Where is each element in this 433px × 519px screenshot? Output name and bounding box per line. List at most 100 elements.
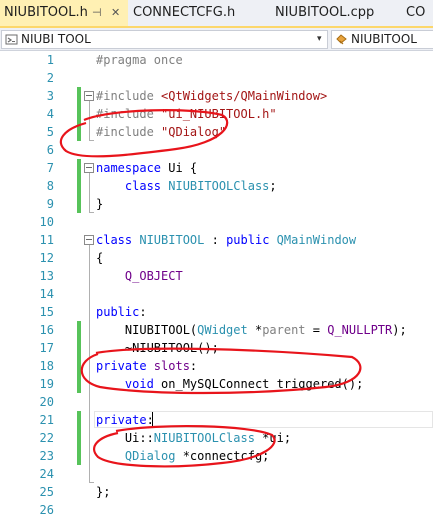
code-line[interactable]: #include <QtWidgets/QMainWindow> [96,87,327,105]
tab-label: CO [406,5,426,20]
scope-label: NIUBI TOOL [21,32,91,46]
code-token: QMainWindow [276,233,357,247]
code-token: }; [96,485,111,499]
line-number: 23 [39,449,54,463]
line-number: 17 [39,341,54,355]
code-line[interactable]: class NIUBITOOLClass; [96,177,277,195]
fold-guide [89,140,94,141]
code-line[interactable]: } [96,195,103,213]
code-token: ~NIUBITOOL(); [96,341,219,355]
code-line[interactable]: namespace Ui { [96,159,197,177]
code-token: class [96,233,140,247]
code-token: void [124,377,154,391]
chevron-down-icon: ▾ [317,34,322,44]
code-token: #include [96,125,162,139]
fold-guide [89,173,90,213]
code-line[interactable]: }; [96,483,110,501]
code-line[interactable]: public: [96,303,147,321]
change-marker [77,159,81,213]
code-line[interactable]: QDialog *connectcfg; [96,447,270,465]
code-token: private [96,359,154,373]
line-number: 22 [39,431,54,445]
line-number: 13 [39,269,54,283]
member-dropdown[interactable]: NIUBITOOL [331,30,433,49]
code-line[interactable]: NIUBITOOL(QWidget *parent = Q_NULLPTR); [96,321,407,339]
code-token: on_MySQLConnect_triggered(); [153,377,364,391]
code-token: "QDialog" [161,125,227,139]
document-tab-strip: NIUBITOOL.h ⊣ ✕ CONNECTCFG.h NIUBITOOL.c… [0,0,433,28]
fold-guide [89,101,90,141]
code-token: public [96,305,140,319]
change-marker [77,411,81,465]
code-token: #include [96,89,162,103]
code-token: slots [153,359,190,373]
code-token: *ui; [254,431,292,445]
code-line[interactable]: #include "QDialog" [96,123,226,141]
code-token: Ui:: [96,431,154,445]
code-token: NIUBITOOL( [96,323,198,337]
line-number: 1 [46,53,54,67]
line-number: 3 [46,89,54,103]
code-token: public [226,233,277,247]
line-number: 18 [39,359,54,373]
code-token: namespace [96,161,169,175]
code-token: Ui { [168,161,198,175]
code-line[interactable]: #include "ui_NIUBITOOL.h" [96,105,277,123]
code-line[interactable]: private slots: [96,357,197,375]
tab-label: NIUBITOOL.h [4,5,88,20]
code-token: ; [269,179,277,193]
line-number: 10 [39,215,54,229]
code-token: QDialog [124,449,176,463]
current-line-highlight [94,411,433,428]
tab-niubitool-h[interactable]: NIUBITOOL.h ⊣ ✕ [0,0,128,26]
code-token: NIUBITOOLClass [168,179,270,193]
code-line[interactable]: ~NIUBITOOL(); [96,339,219,357]
tab-label: NIUBITOOL.cpp [275,5,375,20]
code-token: ); [392,323,407,337]
code-line[interactable]: #pragma once [96,51,183,69]
code-line[interactable]: Q_OBJECT [96,267,183,285]
change-marker [77,87,81,141]
close-icon[interactable]: ✕ [111,0,120,26]
scope-dropdown[interactable]: NIUBI TOOL ▾ [1,30,328,49]
line-number: 25 [39,485,54,499]
code-token: : [139,305,147,319]
code-token: *connectcfg; [175,449,270,463]
line-number: 7 [46,161,54,175]
line-number: 16 [39,323,54,337]
code-line[interactable]: { [96,249,103,267]
line-number: 9 [46,197,54,211]
collapse-icon[interactable] [84,163,94,173]
code-editor[interactable]: 1 #pragma once 2 3 #include <QtWidgets/QMain… [0,51,433,517]
collapse-icon[interactable] [84,91,94,101]
code-token: "ui_NIUBITOOL.h" [161,107,277,121]
line-number: 2 [46,71,54,85]
line-number: 6 [46,143,54,157]
fold-guide [89,212,94,213]
code-token: #pragma once [96,53,183,67]
code-token: QWidget [197,323,248,337]
code-token: class [96,179,169,193]
collapse-icon[interactable] [84,235,94,245]
code-token: #include [96,107,162,121]
pin-icon[interactable]: ⊣ [92,0,102,26]
line-number: 15 [39,305,54,319]
code-line[interactable]: class NIUBITOOL : public QMainWindow [96,231,356,249]
class-member-icon [336,34,347,45]
code-token: <QtWidgets/QMainWindow> [161,89,328,103]
code-token: = [305,323,328,337]
text-caret [152,412,153,427]
code-token: Q_OBJECT [96,269,183,283]
code-line[interactable]: Ui::NIUBITOOLClass *ui; [96,429,291,447]
tab-niubitool-cpp[interactable]: NIUBITOOL.cpp [268,0,400,26]
line-number: 5 [46,125,54,139]
class-scope-icon [5,34,18,45]
code-line[interactable]: void on_MySQLConnect_triggered(); [96,375,363,393]
fold-guide [89,482,94,483]
tab-connectcfg-h[interactable]: CONNECTCFG.h [128,0,268,26]
fold-guide [89,245,90,483]
tab-overflow[interactable]: CO [400,0,433,26]
line-number: 14 [39,287,54,301]
